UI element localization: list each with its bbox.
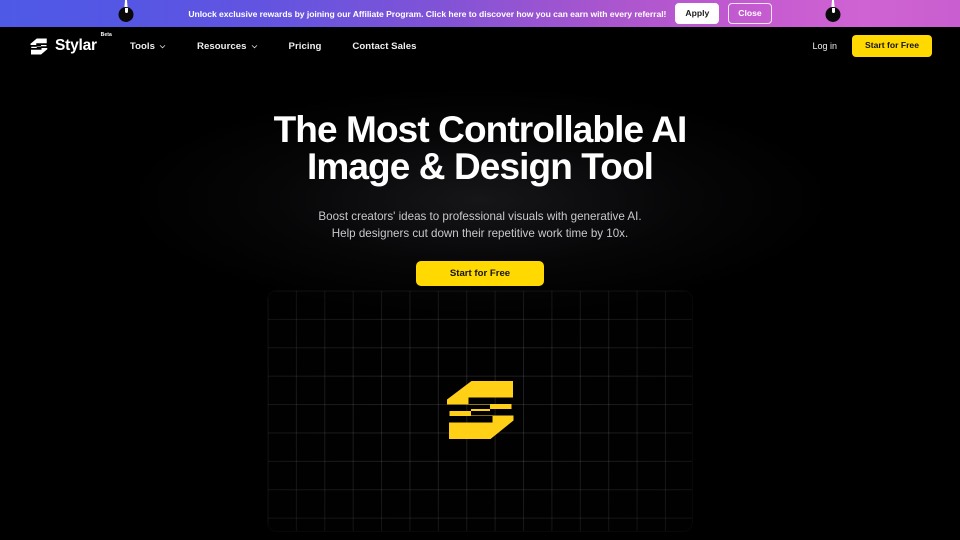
canvas-stylar-logo-icon [447, 381, 514, 439]
stylar-logo-icon [30, 38, 48, 54]
main-navbar: Stylar Beta Tools Resources Pricing Cont… [0, 27, 960, 65]
chevron-down-icon [159, 44, 166, 48]
hero-subtitle-line-1: Boost creators' ideas to professional vi… [318, 210, 642, 223]
nav-item-contact-sales[interactable]: Contact Sales [352, 35, 416, 58]
navbar-start-for-free-button[interactable]: Start for Free [852, 35, 932, 57]
nav-actions: Log in Start for Free [813, 35, 932, 57]
hero-title: The Most Controllable AI Image & Design … [0, 111, 960, 185]
nav-item-contact-sales-label: Contact Sales [352, 40, 417, 52]
nav-item-pricing-label: Pricing [288, 40, 322, 52]
nav-item-tools[interactable]: Tools [130, 35, 166, 58]
brand-logo-link[interactable]: Stylar Beta [30, 33, 112, 55]
hero-start-for-free-button[interactable]: Start for Free [416, 261, 544, 287]
hero-title-line-2: Image & Design Tool [306, 146, 654, 187]
brand-beta-badge: Beta [100, 32, 112, 38]
nav-item-pricing[interactable]: Pricing [289, 35, 322, 58]
page-root: Unlock exclusive rewards by joining our … [0, 0, 960, 540]
promo-close-button[interactable]: Close [728, 3, 772, 24]
nav-item-resources-label: Resources [197, 40, 247, 52]
nav-links: Tools Resources Pricing Contact Sales [130, 35, 417, 58]
pin-decoration-left-icon [114, 0, 138, 25]
promo-banner: Unlock exclusive rewards by joining our … [0, 0, 960, 27]
login-link[interactable]: Log in [813, 41, 838, 51]
promo-banner-content: Unlock exclusive rewards by joining our … [188, 3, 772, 24]
hero-subtitle: Boost creators' ideas to professional vi… [0, 209, 960, 242]
canvas-preview[interactable] [268, 291, 692, 531]
hero-section: The Most Controllable AI Image & Design … [0, 35, 960, 365]
hero-title-line-1: The Most Controllable AI [273, 109, 688, 150]
hero-cta-container: Start for Free [0, 261, 960, 287]
hero-subtitle-line-2: Help designers cut down their repetitive… [331, 226, 629, 240]
pin-decoration-right-icon [821, 0, 845, 25]
promo-banner-message[interactable]: Unlock exclusive rewards by joining our … [188, 9, 666, 19]
nav-item-resources[interactable]: Resources [197, 35, 258, 58]
nav-item-tools-label: Tools [129, 40, 156, 52]
promo-apply-button[interactable]: Apply [675, 3, 720, 24]
chevron-down-icon [251, 44, 257, 48]
brand-name: Stylar [55, 37, 97, 54]
